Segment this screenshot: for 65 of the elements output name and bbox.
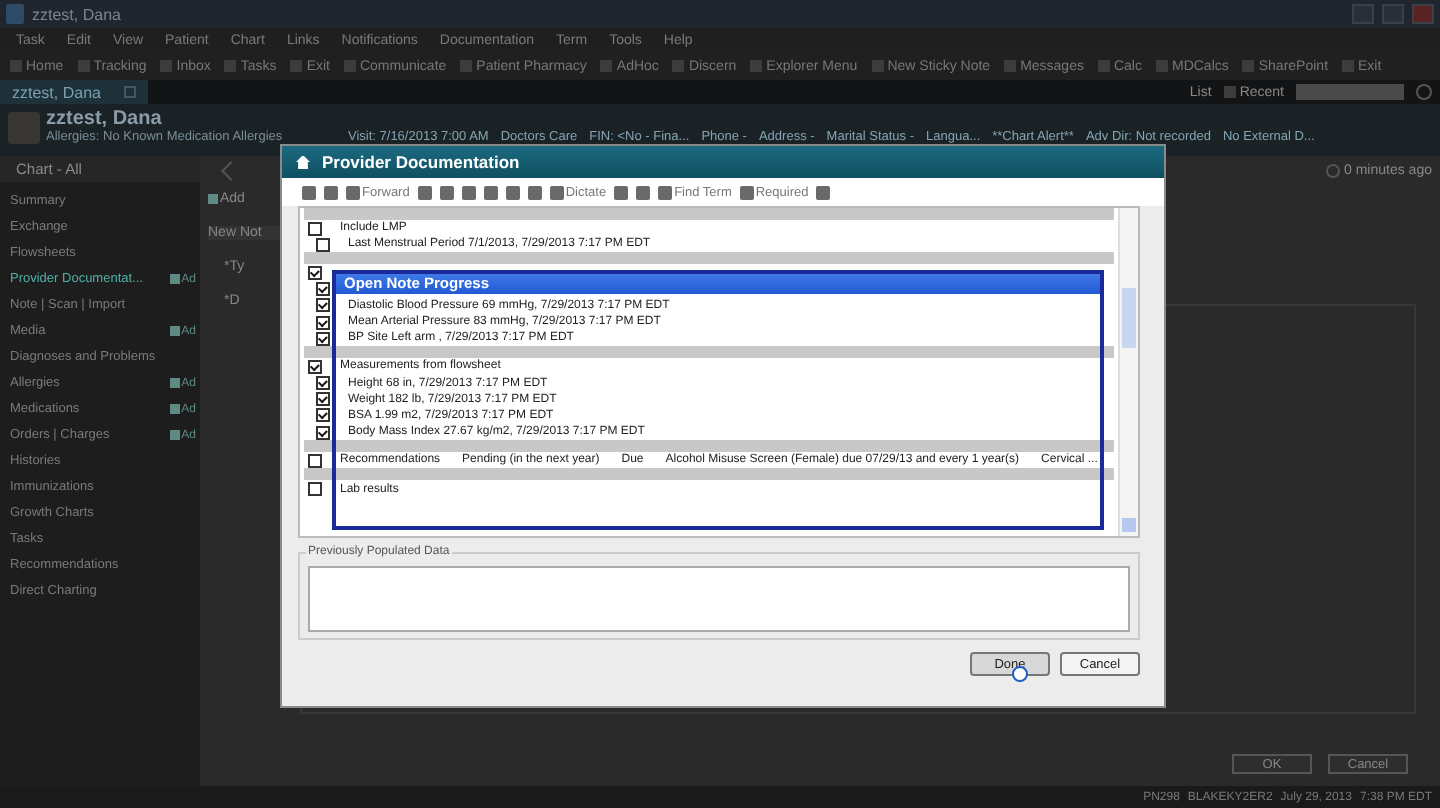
app-logo-icon <box>6 4 24 24</box>
square-icon[interactable] <box>417 185 432 199</box>
patient-name: zztest, Dana <box>46 108 164 130</box>
square-icon[interactable] <box>816 185 831 199</box>
scrollbar[interactable] <box>1118 208 1138 536</box>
square-icon <box>343 60 356 72</box>
square-icon <box>1223 86 1236 98</box>
checkbox[interactable] <box>316 331 330 346</box>
square-icon[interactable] <box>527 185 542 199</box>
square-icon <box>871 60 884 72</box>
square-icon <box>346 185 360 199</box>
busy-cursor-icon <box>1012 666 1028 682</box>
plus-icon <box>169 274 180 284</box>
checkbox[interactable] <box>316 376 330 391</box>
square-icon <box>739 185 754 199</box>
checkbox[interactable] <box>316 298 330 313</box>
square-icon <box>658 185 673 199</box>
square-icon <box>224 60 237 72</box>
checkbox[interactable] <box>316 425 330 440</box>
square-icon <box>10 60 22 72</box>
home-icon[interactable] <box>296 155 310 169</box>
plus-icon <box>169 378 180 388</box>
square-icon <box>549 185 564 199</box>
checkbox[interactable] <box>308 265 322 280</box>
checkbox[interactable] <box>316 237 330 252</box>
search-icon[interactable] <box>1416 84 1432 100</box>
search-field[interactable] <box>1296 84 1404 100</box>
square-icon <box>750 60 763 72</box>
checkbox[interactable] <box>308 453 322 468</box>
checkbox[interactable] <box>308 221 322 236</box>
window-title: zztest, Dana <box>32 5 121 23</box>
checkbox[interactable] <box>308 359 322 374</box>
checkbox[interactable] <box>316 408 330 423</box>
square-icon <box>600 60 613 72</box>
plus-icon <box>169 430 180 440</box>
refresh-icon <box>1326 163 1341 177</box>
plus-icon <box>208 194 218 204</box>
square-icon[interactable] <box>614 185 629 199</box>
square-icon[interactable] <box>461 185 476 199</box>
square-icon <box>672 60 685 72</box>
square-icon <box>460 60 473 72</box>
checkbox[interactable] <box>308 482 322 497</box>
square-icon[interactable] <box>302 185 316 199</box>
square-icon <box>1097 60 1110 72</box>
checkbox[interactable] <box>316 315 330 330</box>
scroll-thumb[interactable] <box>1122 288 1136 348</box>
square-icon <box>1004 60 1017 72</box>
square-icon[interactable] <box>483 185 498 199</box>
dialog-title: Provider Documentation <box>322 152 520 172</box>
checkbox[interactable] <box>316 282 330 297</box>
square-icon <box>160 60 173 72</box>
square-icon <box>1342 60 1355 72</box>
square-icon <box>290 60 303 72</box>
plus-icon <box>169 404 180 414</box>
square-icon[interactable] <box>324 185 338 199</box>
square-icon <box>1242 60 1255 72</box>
square-icon[interactable] <box>439 185 454 199</box>
checkbox[interactable] <box>316 392 330 407</box>
plus-icon <box>169 326 180 336</box>
avatar-icon <box>8 112 40 144</box>
square-icon[interactable] <box>505 185 520 199</box>
square-icon <box>1155 60 1168 72</box>
patient-tab[interactable]: zztest, Dana <box>0 80 149 104</box>
square-icon[interactable] <box>636 185 651 199</box>
square-icon <box>77 60 90 72</box>
